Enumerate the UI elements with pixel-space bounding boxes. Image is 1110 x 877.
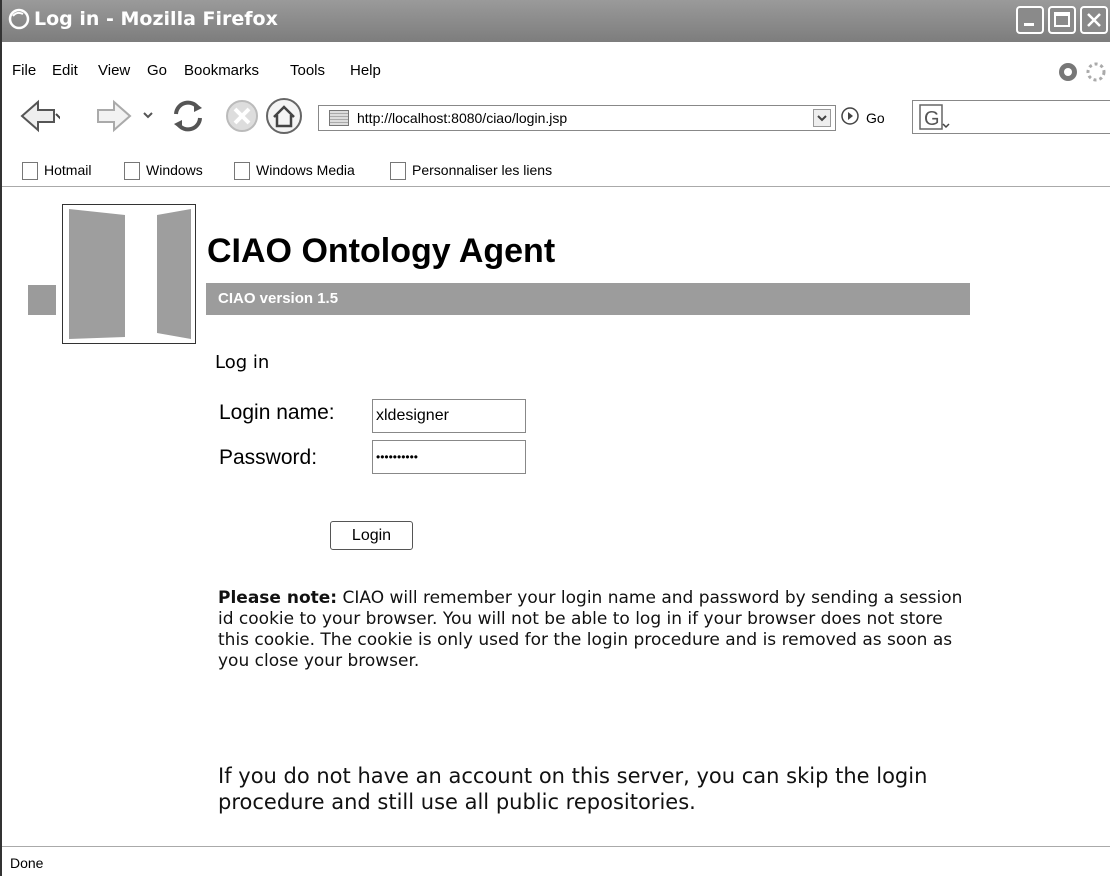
stop-icon[interactable] <box>224 98 260 134</box>
password-input[interactable] <box>372 440 526 474</box>
bookmark-windows-media[interactable]: Windows Media <box>234 162 355 181</box>
version-label: CIAO version 1.5 <box>218 290 339 307</box>
dropdown-arrow-icon[interactable] <box>142 110 154 120</box>
url-bar[interactable]: http://localhost:8080/ciao/login.jsp <box>318 105 836 131</box>
menu-go[interactable]: Go <box>147 62 167 79</box>
login-note: Please note: CIAO will remember your log… <box>218 588 978 672</box>
maximize-button[interactable] <box>1048 6 1076 34</box>
menu-bar: File Edit View Go Bookmarks Tools Help <box>2 58 1110 84</box>
bookmarks-toolbar: Hotmail Windows Windows Media Personnali… <box>2 156 1110 187</box>
menu-file[interactable]: File <box>12 62 36 79</box>
url-dropdown-icon[interactable] <box>813 109 831 127</box>
home-icon[interactable] <box>264 96 304 136</box>
login-heading: Log in <box>215 352 270 373</box>
firefox-icon <box>8 8 30 30</box>
google-search-icon: G <box>919 104 950 130</box>
bookmark-page-icon <box>124 162 140 181</box>
browser-window: Log in - Mozilla Firefox File Edit View … <box>0 0 1110 876</box>
logo-left-block <box>28 285 56 315</box>
throbber-icon <box>1086 62 1106 82</box>
window-title: Log in - Mozilla Firefox <box>34 8 278 30</box>
search-box[interactable]: G <box>912 100 1110 134</box>
door-logo-icon <box>69 209 191 339</box>
reload-icon[interactable] <box>168 96 208 136</box>
bookmark-page-icon <box>234 162 250 181</box>
bookmark-page-icon <box>390 162 406 181</box>
status-bar: Done <box>2 846 1110 877</box>
forward-icon[interactable] <box>94 98 134 134</box>
bookmark-windows[interactable]: Windows <box>124 162 203 181</box>
page-icon <box>329 110 349 126</box>
svg-text:G: G <box>924 108 940 130</box>
go-icon <box>841 107 859 125</box>
menu-tools[interactable]: Tools <box>290 62 325 79</box>
menu-view[interactable]: View <box>98 62 130 79</box>
sync-icon <box>1059 63 1077 81</box>
version-banner: CIAO version 1.5 <box>206 283 970 315</box>
login-button[interactable]: Login <box>330 521 413 550</box>
bookmark-personnaliser[interactable]: Personnaliser les liens <box>390 162 552 181</box>
note-bold-label: Please note: <box>218 588 338 608</box>
app-title: CIAO Ontology Agent <box>207 232 556 270</box>
bookmark-hotmail[interactable]: Hotmail <box>22 162 91 181</box>
menu-help[interactable]: Help <box>350 62 381 79</box>
menu-edit[interactable]: Edit <box>52 62 78 79</box>
login-name-input[interactable] <box>372 399 526 433</box>
bookmark-page-icon <box>22 162 38 181</box>
status-text: Done <box>10 855 44 871</box>
ciao-logo <box>62 204 196 344</box>
minimize-button[interactable] <box>1016 6 1044 34</box>
login-name-label: Login name: <box>219 401 335 424</box>
title-bar: Log in - Mozilla Firefox <box>2 0 1110 42</box>
close-button[interactable] <box>1080 6 1108 34</box>
url-text: http://localhost:8080/ciao/login.jsp <box>357 110 568 126</box>
back-icon[interactable] <box>18 98 60 134</box>
menu-bookmarks[interactable]: Bookmarks <box>184 62 259 79</box>
go-button[interactable]: Go <box>840 106 885 129</box>
password-label: Password: <box>219 446 318 469</box>
public-repositories-info: If you do not have an account on this se… <box>218 764 928 814</box>
